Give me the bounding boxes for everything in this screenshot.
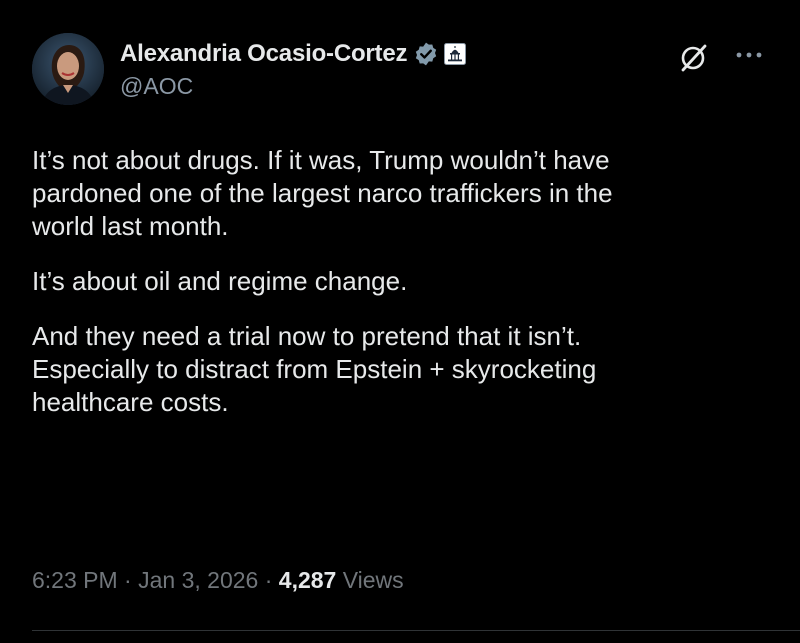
tweet: Alexandria Ocasio-Cortez @AOC It’s not a… xyxy=(0,0,800,643)
views-count[interactable]: 4,287 xyxy=(279,567,337,593)
more-options-icon[interactable] xyxy=(734,45,764,65)
tweet-header: Alexandria Ocasio-Cortez @AOC xyxy=(32,33,772,109)
author-handle[interactable]: @AOC xyxy=(120,73,466,100)
display-name[interactable]: Alexandria Ocasio-Cortez xyxy=(120,40,407,68)
avatar[interactable] xyxy=(32,33,104,105)
author-names: Alexandria Ocasio-Cortez @AOC xyxy=(120,39,467,100)
meta-separator: · xyxy=(264,567,273,593)
avatar-image xyxy=(32,33,104,105)
verified-badge-icon[interactable] xyxy=(413,41,439,67)
divider xyxy=(32,630,800,631)
views-label: Views xyxy=(342,567,404,593)
meta-separator: · xyxy=(124,567,132,593)
post-paragraph: And they need a trial now to pretend tha… xyxy=(32,321,597,417)
capitol-affiliation-icon[interactable] xyxy=(444,43,467,65)
post-text: It’s not about drugs. If it was, Trump w… xyxy=(32,144,772,441)
post-date[interactable]: Jan 3, 2026 xyxy=(138,567,258,593)
post-meta: 6:23 PM · Jan 3, 2026 · 4,287 Views xyxy=(32,567,404,594)
post-paragraph: It’s not about drugs. If it was, Trump w… xyxy=(32,145,613,241)
display-name-row: Alexandria Ocasio-Cortez xyxy=(120,39,467,69)
grok-icon[interactable] xyxy=(678,41,710,73)
post-time[interactable]: 6:23 PM xyxy=(32,567,118,593)
post-paragraph: It’s about oil and regime change. xyxy=(32,266,408,296)
